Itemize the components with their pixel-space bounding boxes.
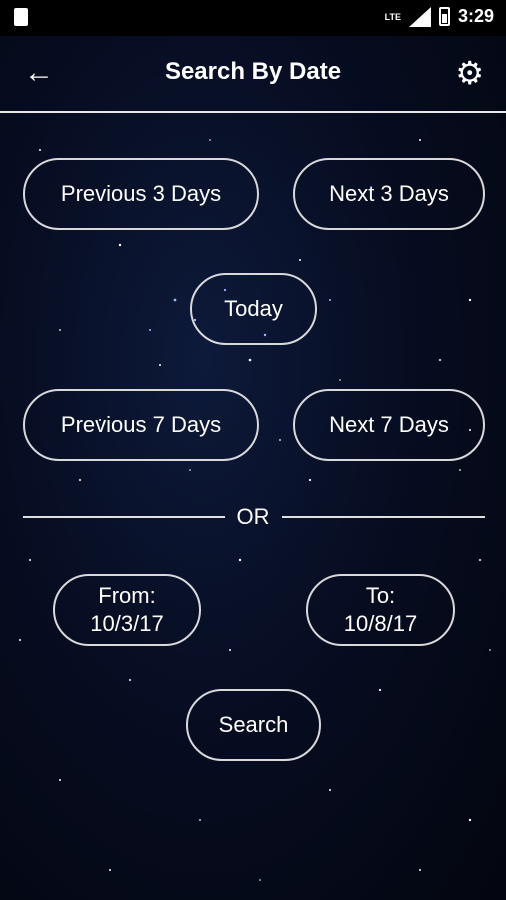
next-7-days-button[interactable]: Next 7 Days: [293, 389, 485, 461]
network-type: LTE: [384, 11, 401, 22]
today-button[interactable]: Today: [190, 273, 317, 345]
status-time: 3:29: [457, 6, 494, 26]
previous-3-days-button[interactable]: Previous 3 Days: [23, 158, 259, 230]
to-date-button[interactable]: To: 10/8/17: [306, 574, 455, 646]
next-3-days-button[interactable]: Next 3 Days: [293, 158, 485, 230]
from-label: From:: [98, 583, 156, 608]
to-label: To:: [365, 583, 396, 608]
page-title: Search By Date: [164, 58, 342, 85]
status-bar: LTE 3:29: [0, 0, 506, 36]
search-button[interactable]: Search: [186, 689, 321, 761]
app-bar-divider: [0, 111, 506, 113]
to-date-value: 10/8/17: [343, 611, 418, 636]
from-date-value: 10/3/17: [90, 611, 164, 636]
sd-card-icon: [14, 8, 28, 26]
gear-icon[interactable]: ⚙: [455, 53, 484, 93]
status-indicators: LTE 3:29: [385, 6, 494, 27]
battery-icon: [438, 7, 450, 26]
signal-icon: [408, 6, 431, 27]
previous-7-days-button[interactable]: Previous 7 Days: [23, 389, 259, 461]
separator-line-right: [282, 516, 485, 518]
from-date-button[interactable]: From: 10/3/17: [53, 574, 201, 646]
app-bar: ← Search By Date ⚙: [0, 36, 506, 112]
